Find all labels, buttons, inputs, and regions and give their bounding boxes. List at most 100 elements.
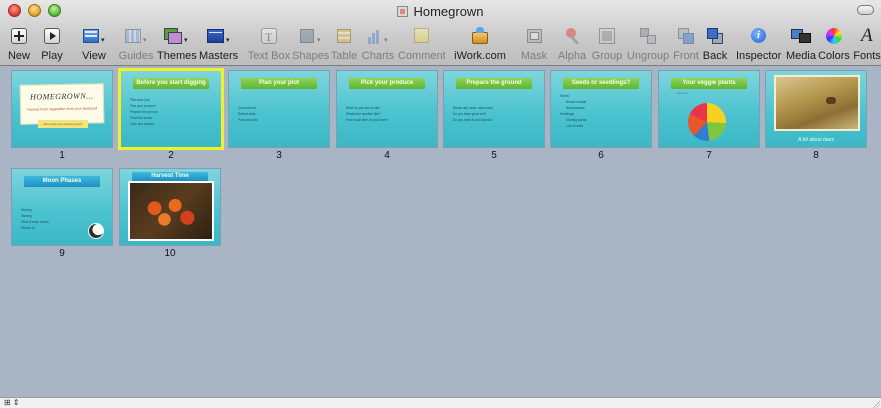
view-button[interactable]: ▾ View xyxy=(78,22,110,66)
slide-thumbnail-3[interactable]: Plan your plot Ground level Raised beds … xyxy=(228,70,330,148)
view-options-button[interactable]: ⊞ ⇕ xyxy=(4,398,20,408)
group-button[interactable]: Group xyxy=(590,22,624,66)
guides-label: Guides xyxy=(118,50,154,62)
mask-icon xyxy=(525,26,543,48)
slide-thumbnail-2[interactable]: Before you start digging Plan your plot … xyxy=(118,68,224,150)
play-button[interactable]: Play xyxy=(36,22,68,66)
slide-number: 10 xyxy=(164,248,176,259)
slide-thumbnail-10[interactable]: Harvest Time xyxy=(119,168,221,246)
slide-number: 8 xyxy=(813,150,819,161)
view-icon: ▾ xyxy=(81,26,107,48)
title-card: HOMEGROWN... Harvest fresh vegetables fr… xyxy=(19,83,105,125)
textbox-label: Text Box xyxy=(247,50,291,62)
ungroup-icon xyxy=(639,26,657,48)
themes-button[interactable]: ▾ Themes xyxy=(157,22,197,66)
inspector-button[interactable]: i Inspector xyxy=(736,22,782,66)
play-icon xyxy=(43,26,61,48)
slide-title: Pick your produce xyxy=(349,78,425,89)
media-button[interactable]: Media xyxy=(783,22,819,66)
colors-label: Colors xyxy=(818,50,850,62)
textbox-icon: T xyxy=(260,26,278,48)
status-bar: ⊞ ⇕ xyxy=(0,397,881,408)
window-title: Homegrown xyxy=(413,4,484,19)
slide-thumbnail-7[interactable]: Your veggie plants ▪ ▪ ▪ ▪ ▪ ▪ xyxy=(658,70,760,148)
slide-number: 9 xyxy=(59,248,65,259)
front-label: Front xyxy=(673,50,699,62)
beehive-photo xyxy=(774,75,860,131)
shapes-label: Shapes xyxy=(292,50,330,62)
play-label: Play xyxy=(41,50,63,62)
inspector-icon: i xyxy=(749,26,767,48)
slide-bullets: Ground level Raised beds Pots and pots xyxy=(238,105,318,123)
group-icon xyxy=(598,26,616,48)
alpha-icon xyxy=(563,26,581,48)
shapes-icon: ▾ xyxy=(297,26,323,48)
charts-label: Charts xyxy=(361,50,395,62)
moon-graphic xyxy=(88,223,104,239)
slide-title: Your veggie plants xyxy=(671,78,747,89)
slide-thumbnail-5[interactable]: Prepare the ground Break clay, sand, add… xyxy=(443,70,545,148)
toolbar-toggle-button[interactable] xyxy=(857,5,874,15)
slide-bullets: What do you like to eat? What's the weat… xyxy=(346,105,426,123)
bullet: Care and nurture xyxy=(130,122,155,126)
keynote-window: Homegrown New Play ▾ View ▾ Guides ▾ The… xyxy=(0,0,881,408)
fonts-button[interactable]: A Fonts xyxy=(853,22,881,66)
group-label: Group xyxy=(591,50,623,62)
slide-thumbnail-9[interactable]: Moon Phases Waxing Waning Start of each … xyxy=(11,168,113,246)
table-label: Table xyxy=(330,50,358,62)
themes-icon: ▾ xyxy=(162,26,190,48)
table-button[interactable]: Table xyxy=(330,22,358,66)
alpha-label: Alpha xyxy=(557,50,587,62)
comment-button[interactable]: Comment xyxy=(398,22,446,66)
bullet: Do you need to add topsoil? xyxy=(453,118,493,122)
slide-number: 3 xyxy=(276,150,282,161)
charts-icon: ▾ xyxy=(365,26,391,48)
slide-thumbnail-4[interactable]: Pick your produce What do you like to ea… xyxy=(336,70,438,148)
back-button[interactable]: Back xyxy=(700,22,730,66)
shapes-button[interactable]: ▾ Shapes xyxy=(292,22,330,66)
iwork-button[interactable]: iWork.com xyxy=(452,22,508,66)
slide-title: Prepare the ground xyxy=(456,78,532,89)
mask-button[interactable]: Mask xyxy=(519,22,549,66)
bullet: How much time do you have? xyxy=(346,118,388,122)
front-button[interactable]: Front xyxy=(670,22,702,66)
ungroup-button[interactable]: Ungroup xyxy=(626,22,670,66)
table-icon xyxy=(336,26,352,48)
window-chrome: Homegrown New Play ▾ View ▾ Guides ▾ The… xyxy=(0,0,881,66)
alpha-button[interactable]: Alpha xyxy=(557,22,587,66)
back-icon xyxy=(706,26,724,48)
comment-label: Comment xyxy=(398,50,446,62)
slide-bullets: Seeds Broad cocktail Broad leaves Seedli… xyxy=(560,93,640,129)
colors-button[interactable]: Colors xyxy=(818,22,850,66)
harvest-photo xyxy=(128,181,214,241)
new-button[interactable]: New xyxy=(4,22,34,66)
masters-label: Masters xyxy=(199,50,239,62)
charts-button[interactable]: ▾ Charts xyxy=(360,22,396,66)
resize-grip[interactable] xyxy=(871,399,880,408)
iwork-icon xyxy=(470,26,490,48)
slide-number: 2 xyxy=(168,150,174,161)
masters-icon: ▾ xyxy=(204,26,232,48)
plus-icon xyxy=(10,26,28,48)
comment-icon xyxy=(412,26,430,48)
slide-bullets: Break clay, sand, add mulch Do you have … xyxy=(453,105,533,123)
slide-number: 5 xyxy=(491,150,497,161)
inspector-label: Inspector xyxy=(736,50,782,62)
slide-thumbnail-8[interactable]: A bit about bees xyxy=(765,70,867,148)
slide-thumbnail-6[interactable]: Seeds or seedlings? Seeds Broad cocktail… xyxy=(550,70,652,148)
guides-button[interactable]: ▾ Guides xyxy=(118,22,154,66)
themes-label: Themes xyxy=(157,50,197,62)
slide-title: Seeds or seedlings? xyxy=(563,78,639,89)
mask-label: Mask xyxy=(520,50,548,62)
window-title-wrap: Homegrown xyxy=(0,4,881,19)
slide-number: 6 xyxy=(598,150,604,161)
iwork-label: iWork.com xyxy=(454,50,506,62)
chart-legend: ▪ ▪ ▪ ▪ ▪ ▪ xyxy=(677,91,688,95)
slide-thumbnail-1[interactable]: HOMEGROWN... Harvest fresh vegetables fr… xyxy=(11,70,113,148)
masters-button[interactable]: ▾ Masters xyxy=(199,22,239,66)
media-icon xyxy=(790,26,812,48)
textbox-button[interactable]: T Text Box xyxy=(246,22,292,66)
pie-chart-graphic xyxy=(688,103,726,141)
media-label: Media xyxy=(786,50,816,62)
bullet: Lots of work xyxy=(566,124,584,128)
